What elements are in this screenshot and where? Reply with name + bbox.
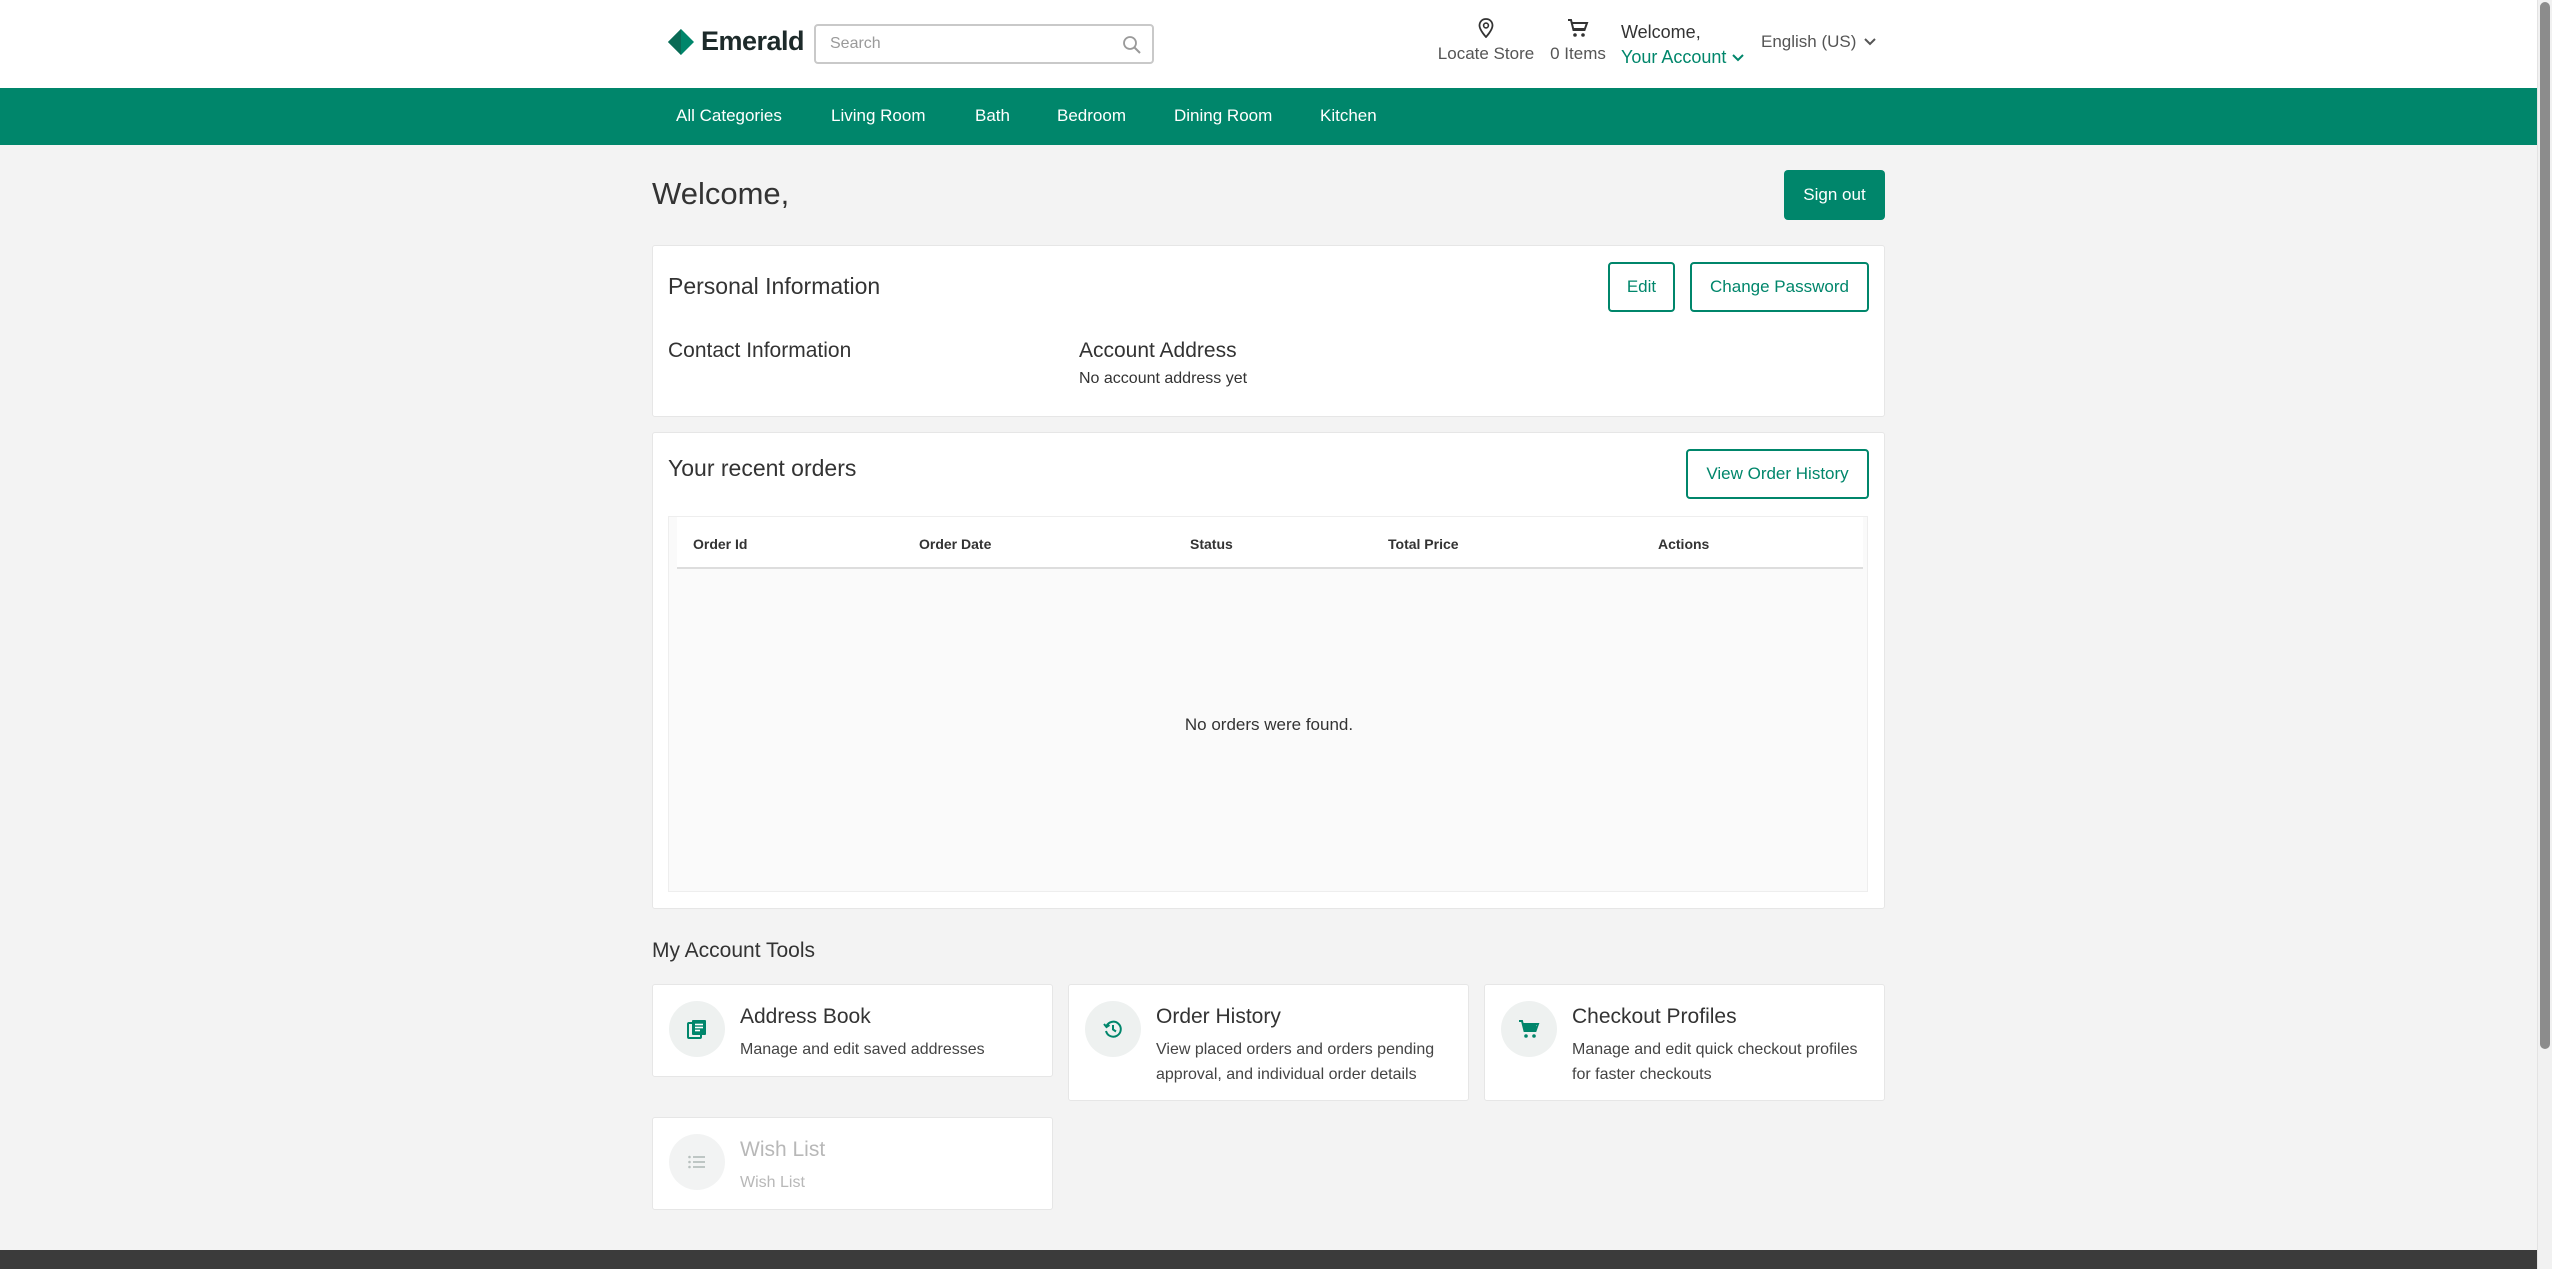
account-address-value: No account address yet <box>1079 370 1248 387</box>
orders-table: Order Id Order Date Status Total Price A… <box>668 516 1868 892</box>
nav-item-bath[interactable]: Bath <box>975 106 1010 126</box>
scrollbar-thumb[interactable] <box>2540 2 2550 1049</box>
site-footer <box>0 1250 2537 1269</box>
list-icon <box>669 1134 725 1190</box>
tool-description: View placed orders and orders pending ap… <box>1156 1041 1435 1083</box>
personal-information-heading: Personal Information <box>668 273 881 299</box>
orders-table-header: Order Id Order Date Status Total Price A… <box>677 517 1863 569</box>
tool-title: Checkout Profiles <box>1572 1005 1737 1028</box>
recent-orders-heading: Your recent orders <box>668 455 857 481</box>
tool-title: Order History <box>1156 1005 1281 1028</box>
tool-description: Manage and edit quick checkout profiles … <box>1572 1041 1858 1083</box>
search-box[interactable] <box>814 24 1154 64</box>
no-orders-message: No orders were found. <box>1184 715 1354 734</box>
view-order-history-button[interactable]: View Order History <box>1686 449 1869 499</box>
column-actions: Actions <box>1658 536 1710 552</box>
account-menu[interactable]: Welcome, Your Account <box>1621 20 1745 70</box>
language-label: English (US) <box>1761 32 1857 51</box>
location-pin-icon <box>1478 18 1494 38</box>
history-icon <box>1085 1001 1141 1057</box>
tool-wish-list[interactable]: Wish List Wish List <box>652 1117 1053 1210</box>
column-order-id[interactable]: Order Id <box>693 536 747 552</box>
your-account-dropdown[interactable]: Your Account <box>1621 45 1745 70</box>
cart-icon <box>1501 1001 1557 1057</box>
tool-description: Wish List <box>740 1174 805 1191</box>
language-selector[interactable]: English (US) <box>1761 32 1877 52</box>
account-tools-heading: My Account Tools <box>652 939 816 962</box>
column-order-date[interactable]: Order Date <box>919 536 991 552</box>
brand-name: Emerald <box>701 26 805 56</box>
cart-link[interactable]: 0 Items <box>1546 18 1610 64</box>
tool-address-book[interactable]: Address Book Manage and edit saved addre… <box>652 984 1053 1077</box>
chevron-down-icon <box>1732 53 1745 61</box>
cart-icon <box>1568 19 1589 37</box>
tool-title: Address Book <box>740 1005 871 1028</box>
column-status[interactable]: Status <box>1190 536 1233 552</box>
site-header: Emerald Locate Store 0 Items Welcome, Yo… <box>0 0 2537 88</box>
diamond-logo-icon <box>668 28 694 55</box>
account-address-heading: Account Address <box>1079 339 1237 362</box>
chevron-down-icon <box>1864 38 1877 46</box>
category-nav: All Categories Living Room Bath Bedroom … <box>0 88 2537 145</box>
contact-information-heading: Contact Information <box>668 339 852 362</box>
tool-description: Manage and edit saved addresses <box>740 1041 985 1058</box>
column-total-price[interactable]: Total Price <box>1388 536 1459 552</box>
search-icon[interactable] <box>1122 35 1142 55</box>
tool-checkout-profiles[interactable]: Checkout Profiles Manage and edit quick … <box>1484 984 1885 1101</box>
nav-item-kitchen[interactable]: Kitchen <box>1320 106 1377 126</box>
welcome-text: Welcome, <box>1621 22 1701 42</box>
nav-item-bedroom[interactable]: Bedroom <box>1057 106 1126 126</box>
search-input[interactable] <box>816 26 1106 62</box>
cart-count-label: 0 Items <box>1550 44 1606 63</box>
sign-out-button[interactable]: Sign out <box>1784 170 1885 220</box>
edit-button[interactable]: Edit <box>1608 262 1675 312</box>
nav-item-dining-room[interactable]: Dining Room <box>1174 106 1272 126</box>
tool-title: Wish List <box>740 1138 826 1161</box>
change-password-button[interactable]: Change Password <box>1690 262 1869 312</box>
brand-logo[interactable]: Emerald <box>667 26 805 57</box>
your-account-label: Your Account <box>1621 47 1727 67</box>
address-book-icon <box>669 1001 725 1057</box>
tool-order-history[interactable]: Order History View placed orders and ord… <box>1068 984 1469 1101</box>
page-title: Welcome, <box>652 176 790 211</box>
nav-item-all-categories[interactable]: All Categories <box>676 106 782 126</box>
locate-store-link[interactable]: Locate Store <box>1436 18 1536 64</box>
nav-item-living-room[interactable]: Living Room <box>831 106 926 126</box>
locate-store-label: Locate Store <box>1437 44 1535 63</box>
